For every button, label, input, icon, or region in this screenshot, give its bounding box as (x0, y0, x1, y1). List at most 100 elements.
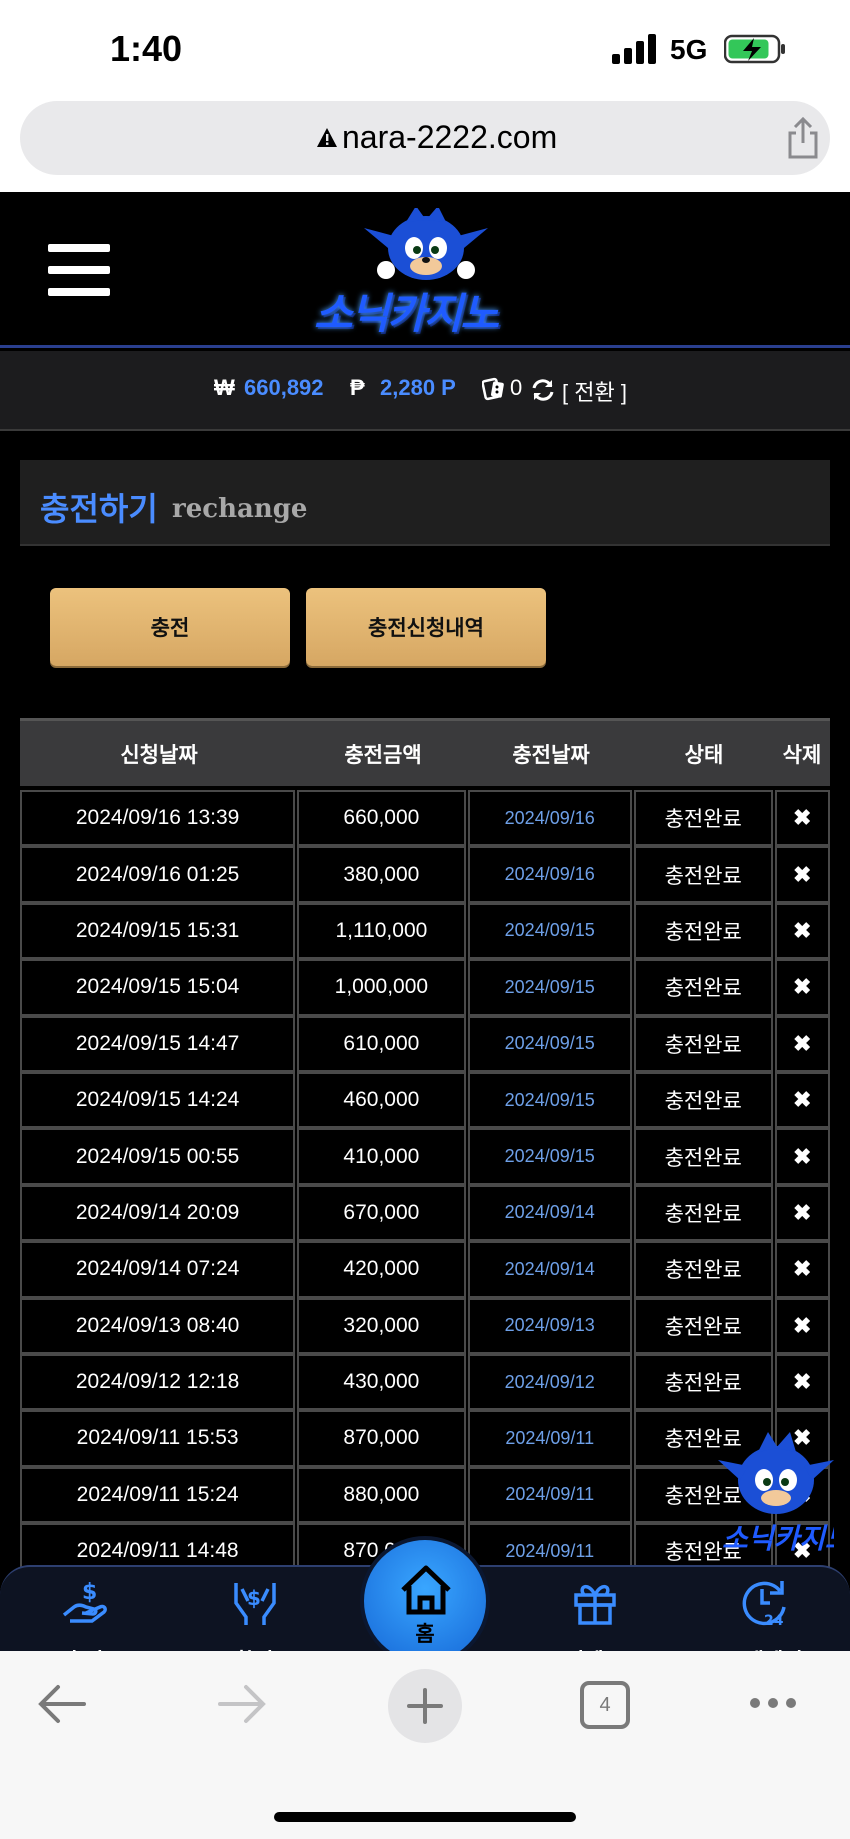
more-icon[interactable] (748, 1693, 798, 1713)
status-cell: 충전완료 (633, 1297, 773, 1354)
charge-date-cell: 2024/09/16 (467, 790, 632, 847)
signal-icon (612, 34, 656, 64)
status-cell: 충전완료 (633, 1128, 773, 1185)
page-subtitle: rechange (172, 494, 308, 524)
table-body: 2024/09/16 13:39 660,000 2024/09/16 충전완료 ✖ 20… (20, 790, 830, 1580)
amount-cell: 380,000 (297, 846, 466, 903)
amount-cell: 410,000 (297, 1128, 466, 1185)
delete-cell: ✖ (774, 1015, 830, 1072)
status-cell: 충전완료 (633, 1241, 773, 1298)
forward-arrow-icon[interactable] (216, 1681, 268, 1727)
delete-cell: ✖ (774, 1184, 830, 1242)
nav-home-label: 홈 (415, 1622, 435, 1646)
share-icon[interactable] (784, 117, 822, 159)
page-title: 충전하기 (40, 490, 158, 528)
new-tab-button[interactable] (388, 1669, 462, 1743)
delete-icon[interactable]: ✖ (793, 918, 811, 944)
request-date-cell: 2024/09/11 15:24 (20, 1466, 296, 1524)
menu-icon[interactable] (48, 244, 110, 296)
site-logo[interactable]: 소닉카지노 (306, 206, 546, 338)
nav-charge[interactable]: $ 충전 (24, 1567, 144, 1673)
delete-icon[interactable]: ✖ (793, 1369, 811, 1395)
site-header: 소닉카지노 (0, 192, 850, 348)
delete-cell: ✖ (774, 1241, 830, 1298)
amount-cell: 870,000 (297, 1410, 466, 1467)
table-row: 2024/09/16 01:25 380,000 2024/09/16 충전완료 ✖ (20, 846, 830, 903)
request-date-cell: 2024/09/16 13:39 (20, 790, 296, 847)
svg-text:$: $ (82, 1580, 97, 1605)
table-row: 2024/09/16 13:39 660,000 2024/09/16 충전완료 ✖ (20, 790, 830, 847)
chip-balance: 0 (510, 375, 523, 400)
delete-icon[interactable]: ✖ (793, 805, 811, 831)
charge-date-cell: 2024/09/11 (467, 1410, 632, 1467)
tabs-button[interactable]: 4 (580, 1681, 630, 1729)
nav-home-button[interactable]: 홈 (360, 1536, 490, 1666)
nav-event[interactable]: 이벤트 (534, 1567, 654, 1673)
request-date-cell: 2024/09/13 08:40 (20, 1297, 296, 1354)
browser-toolbar: 4 (0, 1651, 850, 1839)
nav-support[interactable]: 24 고객센터 (704, 1567, 824, 1673)
delete-cell: ✖ (774, 846, 830, 903)
section-header: 충전하기 rechange (20, 460, 830, 546)
charge-date-cell: 2024/09/13 (467, 1297, 632, 1354)
table-row: 2024/09/14 07:24 420,000 2024/09/14 충전완료 ✖ (20, 1241, 830, 1298)
home-icon (401, 1565, 451, 1615)
request-date-cell: 2024/09/15 00:55 (20, 1128, 296, 1185)
home-indicator (274, 1812, 576, 1822)
delete-icon[interactable]: ✖ (793, 1031, 811, 1057)
table-row: 2024/09/13 08:40 320,000 2024/09/13 충전완료 ✖ (20, 1297, 830, 1354)
table-row: 2024/09/15 14:24 460,000 2024/09/15 충전완료 ✖ (20, 1071, 830, 1129)
hands-money-icon: $ (234, 1583, 276, 1625)
delete-icon[interactable]: ✖ (793, 1200, 811, 1226)
delete-icon[interactable]: ✖ (793, 862, 811, 888)
charge-button[interactable]: 충전 (50, 588, 290, 666)
switch-button[interactable]: [ 전환 ] (562, 375, 627, 407)
status-cell: 충전완료 (633, 1353, 773, 1411)
hand-coin-icon: $ (62, 1580, 107, 1623)
request-date-cell: 2024/09/14 20:09 (20, 1184, 296, 1242)
charge-history-table: 신청날짜 충전금액 충전날짜 상태 삭제 2024/09/16 13:39 660… (20, 718, 830, 1580)
amount-cell: 1,000,000 (297, 959, 466, 1016)
delete-icon[interactable]: ✖ (793, 1144, 811, 1170)
delete-cell: ✖ (774, 959, 830, 1016)
charge-date-cell: 2024/09/15 (467, 1071, 632, 1129)
request-date-cell: 2024/09/15 14:24 (20, 1071, 296, 1129)
table-row: 2024/09/15 00:55 410,000 2024/09/15 충전완료 ✖ (20, 1128, 830, 1185)
status-cell: 충전완료 (633, 790, 773, 847)
status-cell: 충전완료 (633, 846, 773, 903)
status-cell: 충전완료 (633, 1071, 773, 1129)
delete-cell: ✖ (774, 1353, 830, 1411)
delete-icon[interactable]: ✖ (793, 1313, 811, 1339)
won-symbol: ₩ (214, 375, 235, 400)
status-cell: 충전완료 (633, 1184, 773, 1242)
floating-mascot-icon[interactable]: 소닉카지노 (718, 1432, 834, 1558)
amount-cell: 610,000 (297, 1015, 466, 1072)
request-date-cell: 2024/09/15 14:47 (20, 1015, 296, 1072)
refresh-icon[interactable] (530, 377, 556, 403)
table-header: 신청날짜 충전금액 충전날짜 상태 삭제 (20, 718, 830, 786)
column-header-status: 상태 (684, 742, 724, 767)
charge-history-button[interactable]: 충전신청내역 (306, 588, 546, 666)
svg-text:24: 24 (764, 1613, 784, 1627)
address-bar[interactable]: nara-2222.com (20, 101, 830, 175)
charge-date-cell: 2024/09/14 (467, 1184, 632, 1242)
delete-icon[interactable]: ✖ (793, 1256, 811, 1282)
charge-date-cell: 2024/09/14 (467, 1241, 632, 1298)
delete-cell: ✖ (774, 1128, 830, 1185)
delete-icon[interactable]: ✖ (793, 1087, 811, 1113)
point-symbol: ₱ (350, 375, 365, 400)
back-arrow-icon[interactable] (36, 1681, 88, 1727)
table-row: 2024/09/15 15:31 1,110,000 2024/09/15 충전완료 ✖ (20, 902, 830, 960)
request-date-cell: 2024/09/14 07:24 (20, 1241, 296, 1298)
status-bar: 1:40 5G (0, 0, 850, 95)
delete-icon[interactable]: ✖ (793, 974, 811, 1000)
charge-date-cell: 2024/09/11 (467, 1466, 632, 1524)
nav-exchange[interactable]: $ 환전 (194, 1567, 314, 1673)
amount-cell: 320,000 (297, 1297, 466, 1354)
charge-date-cell: 2024/09/12 (467, 1353, 632, 1411)
status-cell: 충전완료 (633, 902, 773, 960)
browser-address-area: nara-2222.com (0, 95, 850, 192)
logo-text: 소닉카지노 (314, 289, 499, 338)
delete-cell: ✖ (774, 1297, 830, 1354)
amount-cell: 660,000 (297, 790, 466, 847)
